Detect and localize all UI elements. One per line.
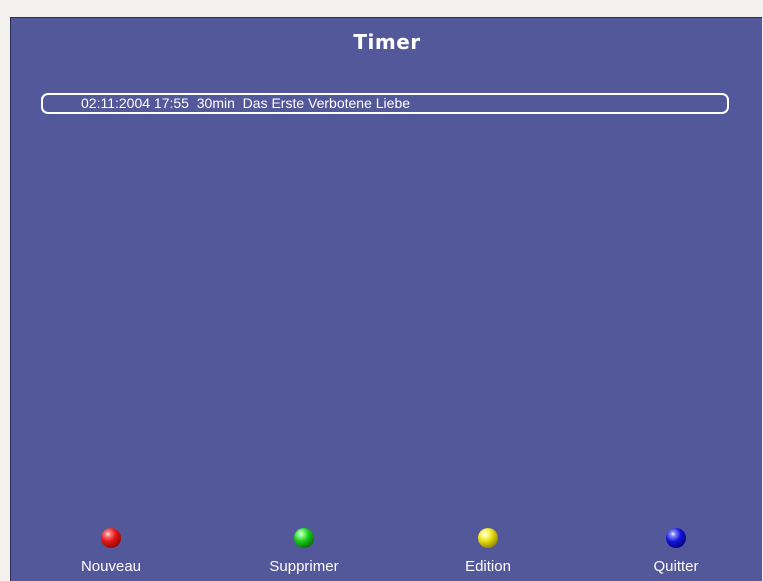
edition-button[interactable]: Edition — [418, 528, 558, 575]
timer-date: 02:11:2004 — [81, 95, 151, 111]
window-frame: Timer 02:11:2004 17:55 30min Das Erste V… — [0, 0, 763, 581]
nouveau-label: Nouveau — [80, 558, 142, 575]
quitter-label: Quitter — [653, 558, 699, 575]
supprimer-button[interactable]: Supprimer — [234, 528, 374, 575]
nouveau-button[interactable]: Nouveau — [41, 528, 181, 575]
supprimer-label: Supprimer — [269, 558, 339, 575]
edition-label: Edition — [465, 558, 511, 575]
page-title: Timer — [353, 30, 421, 54]
timer-channel: Das Erste — [242, 95, 305, 111]
timer-program: Verbotene Liebe — [308, 95, 411, 111]
timer-entry[interactable]: 02:11:2004 17:55 30min Das Erste Verbote… — [41, 93, 729, 114]
timer-screen: Timer 02:11:2004 17:55 30min Das Erste V… — [10, 17, 762, 581]
red-ball-icon — [101, 528, 121, 548]
quitter-button[interactable]: Quitter — [606, 528, 746, 575]
blue-ball-icon — [666, 528, 686, 548]
timer-duration: 30min — [196, 95, 235, 111]
timer-time: 17:55 — [153, 95, 189, 111]
green-ball-icon — [294, 528, 314, 548]
yellow-ball-icon — [478, 528, 498, 548]
timer-list: 02:11:2004 17:55 30min Das Erste Verbote… — [41, 93, 729, 114]
